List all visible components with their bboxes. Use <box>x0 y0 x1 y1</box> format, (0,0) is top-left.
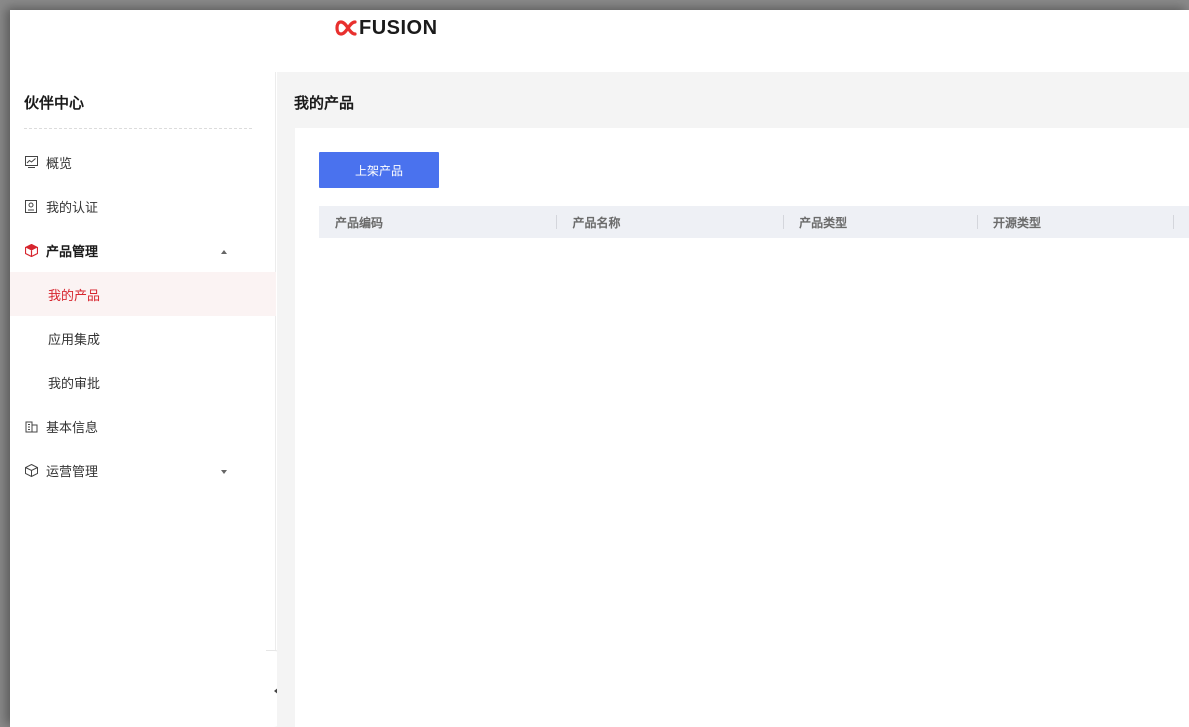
box-icon <box>24 243 38 257</box>
sidebar-item-label: 应用集成 <box>48 332 101 348</box>
sidebar-item-label: 产品管理 <box>46 244 99 260</box>
sidebar: 伙伴中心 概览 我的认证 产品管理 我的产品 应用集成 我的审批 基本信息 运营… <box>10 72 276 727</box>
sidebar-item-certification[interactable]: 我的认证 <box>10 184 276 228</box>
sidebar-item-my-products[interactable]: 我的产品 <box>10 272 276 316</box>
sidebar-item-operations[interactable]: 运营管理 <box>10 448 276 492</box>
sidebar-item-basic-info[interactable]: 基本信息 <box>10 404 276 448</box>
product-table-header: 产品编码 产品名称 产品类型 开源类型 <box>319 206 1189 238</box>
building-icon <box>24 419 38 433</box>
top-bar: FUSION <box>10 10 1189 72</box>
column-header-extra <box>1173 206 1189 238</box>
sidebar-title: 伙伴中心 <box>24 94 85 112</box>
xfusion-mark-icon <box>335 20 357 36</box>
column-header-open-source-type[interactable]: 开源类型 <box>977 206 1173 238</box>
page-title: 我的产品 <box>294 94 355 112</box>
sidebar-item-label: 我的产品 <box>48 288 101 304</box>
cube-icon <box>24 463 38 477</box>
column-header-product-code[interactable]: 产品编码 <box>319 206 556 238</box>
sidebar-item-overview[interactable]: 概览 <box>10 140 276 184</box>
chart-monitor-icon <box>24 155 38 169</box>
content-panel: 上架产品 产品编码 产品名称 产品类型 开源类型 <box>295 128 1189 727</box>
main-content: 我的产品 上架产品 产品编码 产品名称 产品类型 开源类型 <box>277 72 1189 727</box>
sidebar-item-app-integration[interactable]: 应用集成 <box>10 316 276 360</box>
list-product-button[interactable]: 上架产品 <box>319 152 439 188</box>
badge-icon <box>24 199 38 213</box>
logo-text: FUSION <box>359 16 438 39</box>
column-header-product-type[interactable]: 产品类型 <box>783 206 977 238</box>
brand-logo[interactable]: FUSION <box>335 14 438 42</box>
sidebar-item-label: 我的认证 <box>46 200 99 216</box>
sidebar-divider <box>24 128 252 129</box>
chevron-up-icon <box>220 244 228 259</box>
sidebar-item-label: 概览 <box>46 156 73 172</box>
sidebar-item-my-approvals[interactable]: 我的审批 <box>10 360 276 404</box>
sidebar-item-label: 基本信息 <box>46 420 99 436</box>
chevron-down-icon <box>220 464 228 479</box>
app-window: FUSION 伙伴中心 概览 我的认证 产品管理 我的产品 应用集成 我的审批 … <box>10 10 1189 727</box>
column-header-product-name[interactable]: 产品名称 <box>556 206 783 238</box>
sidebar-item-product-management[interactable]: 产品管理 <box>10 228 276 272</box>
sidebar-item-label: 运营管理 <box>46 464 99 480</box>
sidebar-item-label: 我的审批 <box>48 376 101 392</box>
